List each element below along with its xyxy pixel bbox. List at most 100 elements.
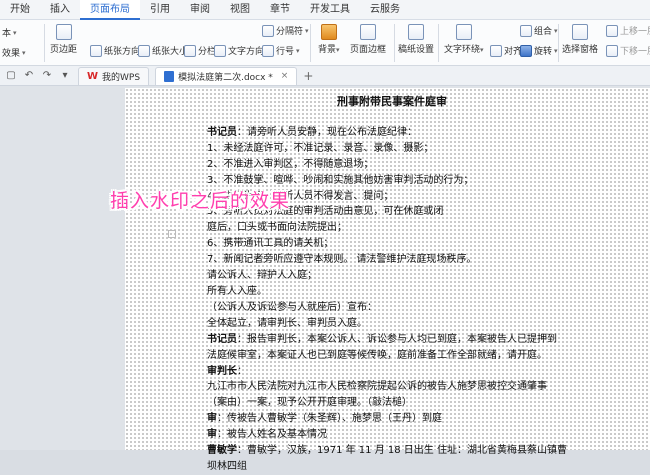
menu-tab[interactable]: 开始 [0, 0, 40, 20]
separator [558, 24, 559, 62]
send-backward-button[interactable]: 下移一层 [606, 44, 650, 57]
effect-label: 效果 [2, 49, 21, 59]
group-icon [520, 24, 532, 37]
line-text: 庭后，口头或书面向法院提出； [207, 222, 347, 234]
paper-size-label: 纸张大小 [152, 47, 189, 57]
dropdown-icon[interactable]: ▾ [58, 69, 72, 83]
breaks-label: 分隔符 [276, 27, 304, 37]
page-border-button[interactable]: 页面边框 [350, 24, 386, 55]
select-pane-icon [572, 24, 588, 40]
line-number-button[interactable]: 行号 ▾ [262, 44, 300, 57]
manuscript-button[interactable]: 稿纸设置 [398, 24, 434, 55]
line-text: 7、新闻记者旁听应遵守本规则。 请法警维护法庭现场秩序。 [207, 254, 477, 266]
paper-size-icon [138, 44, 150, 57]
line-text: 6、携带通讯工具的请关机； [207, 238, 334, 250]
document-title: 刑事附带民事案件庭审 [337, 95, 447, 108]
select-pane-label: 选择窗格 [562, 45, 599, 55]
menu-bar: 开始 插入 页面布局 引用 审阅 视图 章节 开发工具 云服务 [0, 0, 650, 20]
menu-tab[interactable]: 开发工具 [300, 0, 360, 20]
ribbon-toolbar: 本▾ 效果▾ 页边距 纸张方向▾ 纸张大小▾ 分栏▾ 文字方向▾ 分隔符▾ 行号… [0, 20, 650, 66]
tab-my-wps-label: 我的WPS [102, 72, 141, 83]
document-line: 全体起立，请审判长、审判员入庭。 [207, 316, 607, 332]
page-border-icon [360, 24, 376, 40]
document-line: （公诉人及诉讼参与人就座后）宣布： [207, 300, 607, 316]
theme-button[interactable]: 本 ▾ [2, 26, 17, 40]
document-line: 书记员：请旁听人员安静，现在公布法庭纪律： [207, 125, 607, 141]
menu-tab[interactable]: 审阅 [180, 0, 220, 20]
group-label: 组合 [534, 27, 553, 37]
undo-icon[interactable]: ↶ [22, 69, 36, 83]
line-text: （案由）一案，现予公开开庭审理。（敲法槌） [207, 397, 412, 409]
text-direction-label: 文字方向 [228, 47, 265, 57]
chevron-down-icon: ▾ [336, 46, 340, 54]
chevron-down-icon: ▾ [13, 28, 17, 37]
tab-document[interactable]: 模拟法庭第二次.docx * × [155, 66, 298, 85]
manuscript-label: 稿纸设置 [398, 45, 435, 55]
send-backward-icon [606, 44, 618, 57]
chevron-down-icon: ▾ [305, 26, 309, 35]
line-text: 九江市市人民法院对九江市人民检察院提起公诉的被告人施梦思被控交通肇事 [207, 381, 547, 393]
new-document-icon[interactable]: ▢ [4, 69, 18, 83]
separator [438, 24, 439, 62]
send-backward-label: 下移一层 [620, 47, 650, 57]
menu-tab[interactable]: 插入 [40, 0, 80, 20]
orientation-label: 纸张方向 [104, 47, 141, 57]
menu-tab[interactable]: 视图 [220, 0, 260, 20]
tab-my-wps[interactable]: W 我的WPS [78, 66, 150, 85]
bring-forward-button[interactable]: 上移一层 [606, 24, 650, 37]
menu-tab[interactable]: 页面布局 [80, 0, 140, 20]
breaks-button[interactable]: 分隔符 ▾ [262, 24, 309, 37]
redo-icon[interactable]: ↷ [40, 69, 54, 83]
margin-button[interactable]: 页边距 [50, 24, 77, 55]
line-text: （公诉人及诉讼参与人就座后）宣布： [207, 301, 377, 313]
select-pane-button[interactable]: 选择窗格 [562, 24, 598, 55]
separator [394, 24, 395, 62]
group-button[interactable]: 组合 ▾ [520, 24, 558, 37]
close-icon[interactable]: × [281, 71, 289, 81]
line-number-icon [262, 44, 274, 57]
line-text: 所有人入座。 [207, 285, 267, 297]
menu-tab[interactable]: 云服务 [360, 0, 410, 20]
background-icon [320, 24, 337, 40]
document-line: 书记员：报告审判长，本案公诉人、诉讼参与人均已到庭，本案被告人已提押到 [207, 332, 607, 348]
speaker-label: 曹敏学 [207, 445, 237, 457]
document-line: 庭后，口头或书面向法院提出； [207, 220, 607, 236]
line-text: ：曹敏学，汉族，1971 年 11 月 18 日出生 住址：湖北省黄梅县蔡山镇曹 [237, 445, 567, 457]
line-text: ：传被告人曹敏学（朱圣辉）、施梦思（王丹）到庭 [217, 413, 442, 425]
breaks-icon [262, 24, 274, 37]
document-tab-bar: ▢ ↶ ↷ ▾ W 我的WPS 模拟法庭第二次.docx * × + [0, 66, 650, 86]
line-text: 法庭候审室，本案证人也已到庭等候传唤，庭前准备工作全部就绪，请开庭。 [207, 349, 547, 361]
rotate-button[interactable]: 旋转 ▾ [520, 44, 558, 57]
text-wrap-label: 文字环绕 [444, 45, 481, 55]
chevron-down-icon: ▾ [554, 46, 558, 55]
rotate-label: 旋转 [534, 47, 553, 57]
line-text: 1、未经法庭许可，不准记录、录音、录像、摄影； [207, 142, 434, 154]
document-body[interactable]: 刑事附带民事案件庭审 书记员：请旁听人员安静，现在公布法庭纪律： 1、未经法庭许可… [207, 94, 607, 475]
margin-label: 页边距 [50, 45, 78, 55]
line-text: ：被告人姓名及基本情况 [217, 429, 327, 441]
text-wrap-button[interactable]: 文字环绕▾ [444, 24, 484, 55]
line-text: 坝林四组 [207, 460, 247, 472]
effect-button[interactable]: 效果 ▾ [2, 46, 26, 60]
orientation-icon [90, 44, 102, 57]
document-line: 2、不准进入审判区，不得随意退场； [207, 157, 607, 173]
document-line: 审：传被告人曹敏学（朱圣辉）、施梦思（王丹）到庭 [207, 411, 607, 427]
page-border-label: 页面边框 [350, 45, 387, 55]
align-icon [490, 44, 502, 57]
text-wrap-icon [455, 24, 472, 40]
menu-tab[interactable]: 章节 [260, 0, 300, 20]
line-text: 3、不准鼓掌、喧哗、吵闹和实施其他妨害审判活动的行为； [207, 174, 474, 186]
background-button[interactable]: 背景▾ [318, 24, 340, 55]
line-number-label: 行号 [276, 47, 295, 57]
line-text: ： [237, 365, 247, 377]
background-label: 背景 [318, 45, 337, 55]
text-direction-icon [214, 44, 226, 57]
wps-logo-icon: W [87, 70, 99, 82]
menu-tab[interactable]: 引用 [140, 0, 180, 20]
speaker-label: 审判长 [207, 365, 237, 377]
document-line: 坝林四组 [207, 459, 607, 475]
speaker-label: 审 [207, 413, 217, 425]
rotate-icon [520, 44, 532, 57]
line-text: ：请旁听人员安静，现在公布法庭纪律： [237, 126, 417, 138]
new-tab-button[interactable]: + [303, 69, 313, 83]
